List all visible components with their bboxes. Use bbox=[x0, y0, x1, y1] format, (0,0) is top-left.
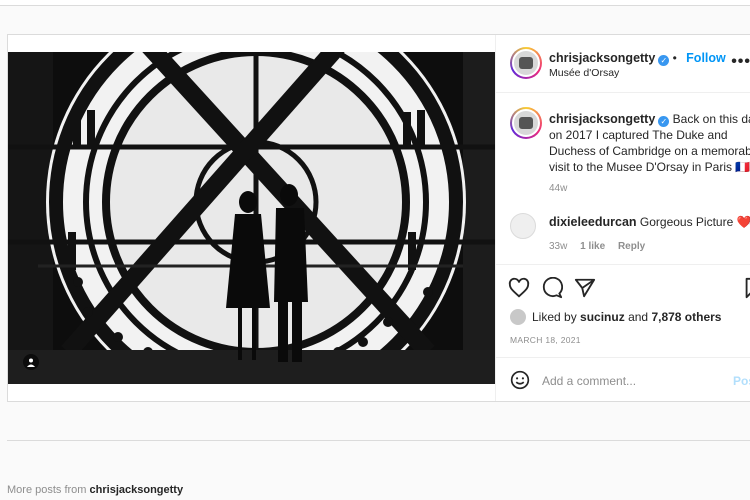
add-comment-bar: Add a comment... Post bbox=[496, 357, 750, 401]
post-header: chrisjacksongetty ✓ • Follow Musée d'Orsa… bbox=[496, 35, 750, 93]
more-posts-user[interactable]: chrisjacksongetty bbox=[90, 484, 184, 496]
top-navbar-edge bbox=[0, 0, 750, 6]
more-options-icon[interactable]: ••• bbox=[731, 53, 750, 71]
caption-avatar[interactable] bbox=[510, 107, 542, 139]
liked-by-and: and bbox=[628, 310, 649, 324]
verified-badge-icon: ✓ bbox=[658, 55, 670, 66]
comment-username[interactable]: dixieleedurcan bbox=[549, 215, 637, 229]
comment-icon[interactable] bbox=[541, 277, 563, 299]
comment-text: Gorgeous Picture bbox=[639, 215, 734, 229]
comment: dixieleedurcan Gorgeous Picture ❤️ bbox=[549, 215, 750, 229]
caption-timestamp[interactable]: 44w bbox=[549, 183, 567, 194]
share-icon[interactable] bbox=[574, 277, 596, 299]
user-tag-icon[interactable] bbox=[23, 354, 39, 370]
liker-avatar[interactable] bbox=[510, 309, 526, 325]
reply-button[interactable]: Reply bbox=[618, 241, 645, 252]
post-sidebar: chrisjacksongetty ✓ • Follow Musée d'Orsa… bbox=[495, 35, 750, 401]
post-image[interactable] bbox=[8, 52, 495, 384]
section-divider bbox=[7, 440, 750, 441]
verified-badge-icon: ✓ bbox=[658, 116, 670, 127]
comment-likes[interactable]: 1 like bbox=[580, 241, 605, 252]
caption-username[interactable]: chrisjacksongetty bbox=[549, 112, 655, 126]
post-location[interactable]: Musée d'Orsay bbox=[549, 67, 619, 79]
comment-meta: 33w 1 like Reply bbox=[549, 241, 655, 252]
author-username[interactable]: chrisjacksongetty bbox=[549, 51, 655, 65]
heart-icon[interactable] bbox=[508, 277, 530, 299]
author-avatar[interactable] bbox=[510, 47, 542, 79]
emoji-icon[interactable] bbox=[510, 370, 530, 390]
comment-input[interactable]: Add a comment... bbox=[542, 374, 636, 388]
liked-by-others[interactable]: 7,878 others bbox=[651, 310, 721, 324]
commenter-avatar[interactable] bbox=[510, 213, 536, 239]
post-comment-button[interactable]: Post bbox=[733, 374, 750, 388]
more-posts-heading: More posts from chrisjacksongetty bbox=[7, 484, 183, 496]
liked-by-prefix: Liked by bbox=[532, 310, 577, 324]
clock-window-illustration bbox=[8, 52, 495, 384]
liked-by: Liked by sucinuz and 7,878 others bbox=[510, 309, 721, 325]
bookmark-icon[interactable] bbox=[742, 277, 750, 299]
liked-by-user[interactable]: sucinuz bbox=[580, 310, 625, 324]
post-card: chrisjacksongetty ✓ • Follow Musée d'Orsa… bbox=[7, 34, 750, 402]
post-caption: chrisjacksongetty✓ Back on this day on 2… bbox=[549, 111, 750, 175]
comment-time[interactable]: 33w bbox=[549, 241, 567, 252]
follow-button[interactable]: Follow bbox=[686, 51, 726, 65]
more-posts-prefix: More posts from bbox=[7, 484, 87, 496]
post-date[interactable]: MARCH 18, 2021 bbox=[510, 335, 581, 345]
